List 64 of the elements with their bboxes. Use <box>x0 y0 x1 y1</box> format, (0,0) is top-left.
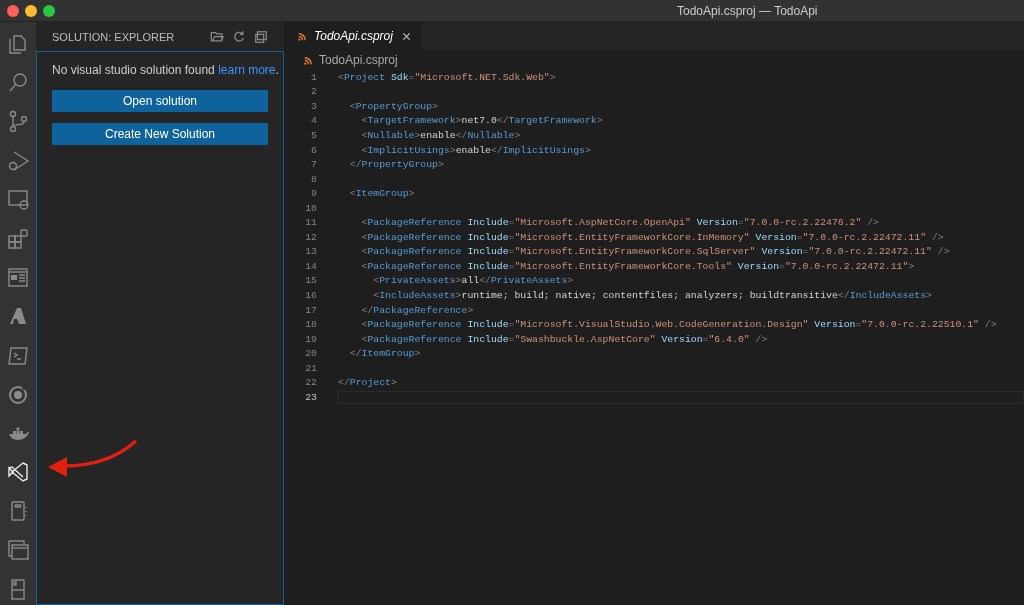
code-line: </PropertyGroup> <box>348 159 444 171</box>
code-line: <IncludeAssets>runtime; build; native; contentfiles; analyzers; buildtransitive</IncludeAssets> <box>372 289 932 301</box>
code-line: <ImplicitUsings>enable</ImplicitUsings> <box>360 144 591 156</box>
line-number: 23 <box>304 391 317 403</box>
line-number: 14 <box>304 260 317 272</box>
code-line: <Project Sdk="Microsoft.NET.Sdk.Web"> <box>338 71 556 83</box>
code-line: </PackageReference> <box>360 304 474 316</box>
run-debug-icon[interactable] <box>6 148 30 172</box>
code-line: <PackageReference Include="Microsoft.EntityFrameworkCore.Tools" Version="7.0.0-rc.2.22472.11"> <box>360 260 915 272</box>
extensions-icon[interactable] <box>6 226 30 250</box>
refresh-icon[interactable] <box>232 29 246 44</box>
code-line: <PackageReference Include="Microsoft.EntityFrameworkCore.SqlServer" Version="7.0.0-rc.2.22472.11" /> <box>360 246 950 258</box>
solution-button[interactable]: Open solution <box>52 90 268 112</box>
code-line: </ItemGroup> <box>348 348 421 360</box>
line-number: 22 <box>304 377 317 389</box>
infinity-logo-icon[interactable] <box>6 460 30 484</box>
collapse-all-icon[interactable] <box>254 29 268 44</box>
solution-button[interactable]: Create New Solution <box>52 123 268 145</box>
code-line: </Project> <box>338 377 397 389</box>
line-number: 15 <box>304 275 317 287</box>
line-number: 19 <box>304 333 317 345</box>
line-number: 4 <box>310 115 317 127</box>
code-line: <Nullable>enable</Nullable> <box>360 129 521 141</box>
code-line: <ItemGroup> <box>348 188 415 200</box>
line-number: 6 <box>310 144 317 156</box>
line-number: 8 <box>310 173 317 185</box>
rss-file-icon <box>303 54 314 66</box>
line-number: 5 <box>310 129 317 141</box>
editor-tab[interactable]: TodoApi.csproj <box>285 22 422 50</box>
line-number: 16 <box>304 289 317 301</box>
line-number: 10 <box>304 202 317 214</box>
breadcrumb[interactable]: TodoApi.csproj <box>319 53 398 67</box>
code-line: <PackageReference Include="Microsoft.AspNetCore.OpenApi" Version="7.0.0-rc.2.22476.2" /> <box>360 217 879 229</box>
line-number: 9 <box>310 188 317 200</box>
sidebar-title: SOLUTION: EXPLORER <box>52 30 176 43</box>
zoom-dot[interactable] <box>43 4 55 17</box>
close-icon[interactable] <box>400 30 412 42</box>
line-number: 12 <box>304 231 317 243</box>
stacked-windows-icon[interactable] <box>6 538 30 562</box>
code-line: <PackageReference Include="Microsoft.VisualStudio.Web.CodeGeneration.Design" Version="7.0.0-rc.2.22510.1" /> <box>360 319 997 331</box>
search-icon[interactable] <box>6 70 30 94</box>
code-line: <PrivateAssets>all</PrivateAssets> <box>372 275 574 287</box>
line-number: 21 <box>304 362 317 374</box>
line-number: 1 <box>310 71 317 83</box>
code-line: <PackageReference Include="Microsoft.EntityFrameworkCore.InMemory" Version="7.0.0-rc.2.22472.11" /> <box>360 231 944 243</box>
line-number: 13 <box>304 246 317 258</box>
line-number: 2 <box>310 86 317 98</box>
window-title: TodoApi.csproj — TodoApi <box>677 3 818 18</box>
line-number: 20 <box>304 348 317 360</box>
browser-window-icon[interactable] <box>6 265 30 289</box>
rss-file-icon <box>297 30 308 42</box>
minimize-dot[interactable] <box>25 4 37 17</box>
line-number: 11 <box>304 217 317 229</box>
line-number: 7 <box>310 159 317 171</box>
line-number: 18 <box>304 319 317 331</box>
line-number: 3 <box>310 100 317 112</box>
no-solution-message: No visual studio solution found learn more. <box>52 62 279 79</box>
code-line: <TargetFramework>net7.0</TargetFramework> <box>360 115 603 127</box>
monitor-icon[interactable] <box>6 187 30 211</box>
open-folder-icon[interactable] <box>210 29 224 44</box>
line-number: 17 <box>304 304 317 316</box>
code-line: <PackageReference Include="Swashbuckle.AspNetCore" Version="6.4.0" /> <box>360 333 768 345</box>
close-dot[interactable] <box>7 4 19 17</box>
code-line: <PropertyGroup> <box>348 100 438 112</box>
